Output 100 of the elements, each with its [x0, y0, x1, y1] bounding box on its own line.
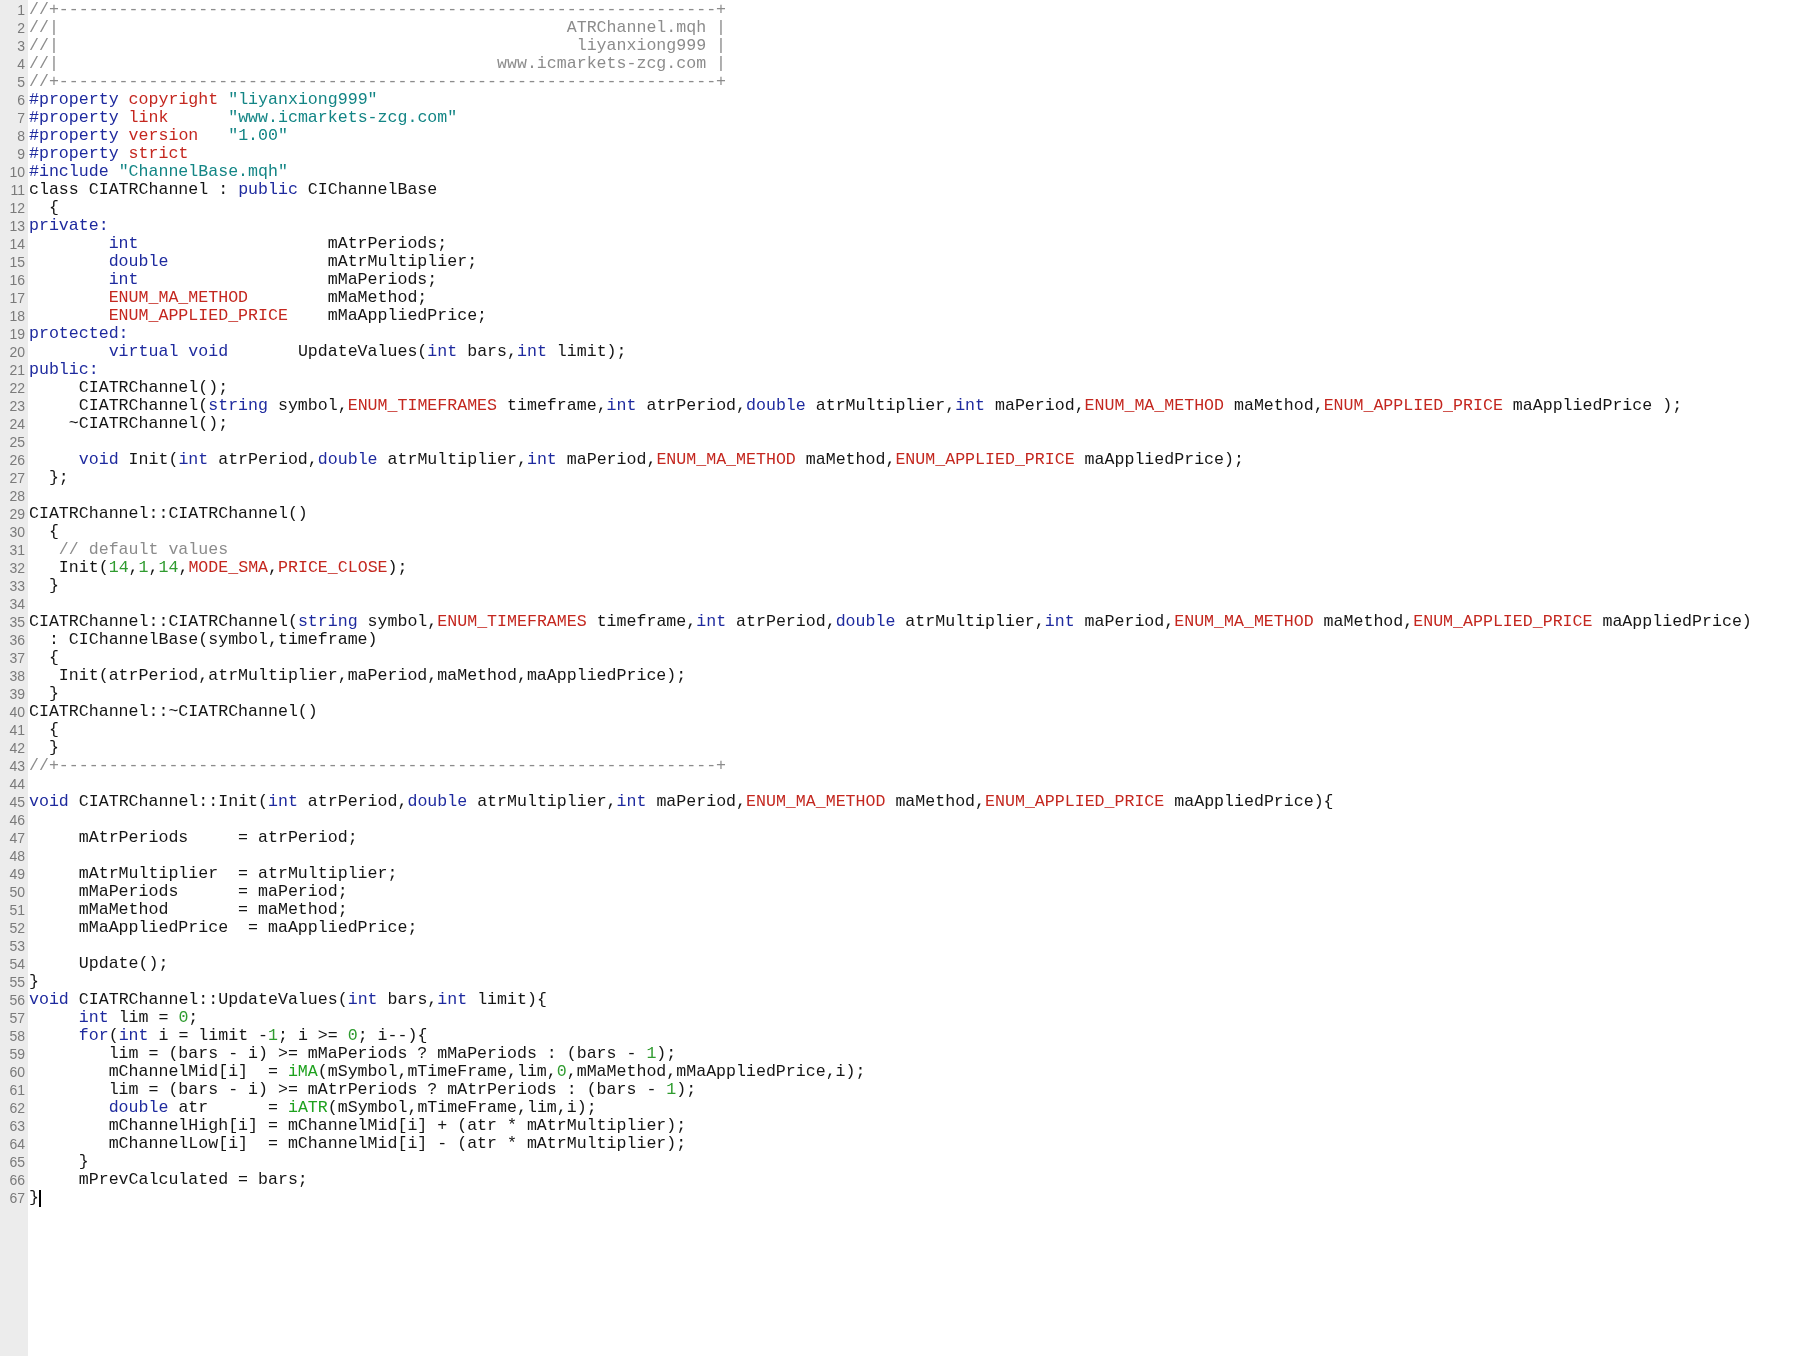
line-number: 48 — [8, 847, 26, 865]
line-number: 45 — [8, 793, 26, 811]
code-line: //+------------------------------------------------------------------+ — [29, 1, 727, 19]
line-number: 5 — [16, 73, 26, 91]
line-number: 13 — [8, 217, 26, 235]
line-number: 50 — [8, 883, 26, 901]
line-number: 62 — [8, 1099, 26, 1117]
code-line: Init(atrPeriod,atrMultiplier,maPeriod,maMethod,maAppliedPrice); — [57, 667, 687, 685]
line-number: 65 — [8, 1153, 26, 1171]
line-number: 32 — [8, 559, 26, 577]
code-line: #include "ChannelBase.mqh" — [29, 163, 288, 181]
line-number: 43 — [8, 757, 26, 775]
line-number: 67 — [8, 1189, 26, 1207]
line-number: 41 — [8, 721, 26, 739]
line-number: 16 — [8, 271, 26, 289]
line-number: 60 — [8, 1063, 26, 1081]
code-line: CIATRChannel::~CIATRChannel() — [29, 703, 318, 721]
code-line: } — [47, 739, 59, 757]
line-number: 53 — [8, 937, 26, 955]
code-line: Update(); — [77, 955, 169, 973]
line-number: 25 — [8, 433, 26, 451]
code-line: mMaMethod = maMethod; — [77, 901, 348, 919]
code-line: #property version "1.00" — [29, 127, 288, 145]
line-number: 38 — [8, 667, 26, 685]
code-line: for(int i = limit -1; i >= 0; i--){ — [77, 1027, 428, 1045]
line-number: 59 — [8, 1045, 26, 1063]
line-number: 3 — [16, 37, 26, 55]
code-line: #property link "www.icmarkets-zcg.com" — [29, 109, 458, 127]
code-line: } — [77, 1153, 89, 1171]
line-number: 55 — [8, 973, 26, 991]
line-number: 11 — [9, 181, 26, 199]
line-number: 34 — [8, 595, 26, 613]
line-number: 18 — [8, 307, 26, 325]
code-line: { — [47, 523, 59, 541]
code-line: CIATRChannel::CIATRChannel() — [29, 505, 308, 523]
line-number: 8 — [16, 127, 26, 145]
code-line: private: — [29, 217, 109, 235]
code-line: CIATRChannel(); — [77, 379, 229, 397]
line-number: 42 — [8, 739, 26, 757]
line-number: 7 — [16, 109, 26, 127]
code-line: lim = (bars - i) >= mMaPeriods ? mMaPeriods : (bars - 1); — [107, 1045, 677, 1063]
code-line: mMaAppliedPrice = maAppliedPrice; — [77, 919, 418, 937]
line-number: 14 — [8, 235, 26, 253]
code-line: ~CIATRChannel(); — [67, 415, 229, 433]
line-number: 22 — [8, 379, 26, 397]
code-line: } — [47, 577, 59, 595]
line-number: 44 — [8, 775, 26, 793]
code-line: mChannelHigh[i] = mChannelMid[i] + (atr * mAtrMultiplier); — [107, 1117, 687, 1135]
code-line: ENUM_MA_METHOD mMaMethod; — [107, 289, 428, 307]
line-number: 54 — [8, 955, 26, 973]
line-number: 26 — [8, 451, 26, 469]
code-line: mMaPeriods = maPeriod; — [77, 883, 348, 901]
line-number: 27 — [8, 469, 26, 487]
code-line: } — [47, 685, 59, 703]
code-line: mPrevCalculated = bars; — [77, 1171, 308, 1189]
line-number: 49 — [8, 865, 26, 883]
code-line: Init(14,1,14,MODE_SMA,PRICE_CLOSE); — [57, 559, 408, 577]
code-line: //| ATRChannel.mqh | — [29, 19, 727, 37]
code-line: //| liyanxiong999 | — [29, 37, 727, 55]
line-number: 35 — [8, 613, 26, 631]
line-number: 64 — [8, 1135, 26, 1153]
code-line: { — [47, 199, 59, 217]
code-line: CIATRChannel(string symbol,ENUM_TIMEFRAMES timeframe,int atrPeriod,double atrMultiplier,int maPeriod,ENUM_MA_METHOD maMethod,ENUM_APPLIED_PRICE maAppliedPrice ); — [77, 397, 1683, 415]
code-line: mChannelLow[i] = mChannelMid[i] - (atr * mAtrMultiplier); — [107, 1135, 687, 1153]
code-line: //+------------------------------------------------------------------+ — [29, 73, 727, 91]
line-number: 58 — [8, 1027, 26, 1045]
line-number: 28 — [8, 487, 26, 505]
line-number: 29 — [8, 505, 26, 523]
line-number: 9 — [16, 145, 26, 163]
line-number: 15 — [8, 253, 26, 271]
code-line: // default values — [57, 541, 229, 559]
line-number: 39 — [8, 685, 26, 703]
code-line: mChannelMid[i] = iMA(mSymbol,mTimeFrame,lim,0,mMaMethod,mMaAppliedPrice,i); — [107, 1063, 866, 1081]
line-number: 12 — [8, 199, 26, 217]
line-number: 19 — [8, 325, 26, 343]
code-line: int mMaPeriods; — [107, 271, 438, 289]
line-number: 40 — [8, 703, 26, 721]
code-line: } — [29, 973, 39, 991]
code-line: #property copyright "liyanxiong999" — [29, 91, 378, 109]
line-number: 51 — [8, 901, 26, 919]
code-line: class CIATRChannel : public CIChannelBase — [29, 181, 438, 199]
code-line: } — [29, 1189, 39, 1207]
line-number: 23 — [8, 397, 26, 415]
line-number: 56 — [8, 991, 26, 1009]
code-line: mAtrPeriods = atrPeriod; — [77, 829, 358, 847]
code-line: { — [47, 721, 59, 739]
code-line: void CIATRChannel::Init(int atrPeriod,double atrMultiplier,int maPeriod,ENUM_MA_METHOD maMethod,ENUM_APPLIED_PRICE maAppliedPrice){ — [29, 793, 1334, 811]
code-line: double mAtrMultiplier; — [107, 253, 478, 271]
line-number: 30 — [8, 523, 26, 541]
line-number: 2 — [16, 19, 26, 37]
line-number: 52 — [8, 919, 26, 937]
code-line: public: — [29, 361, 99, 379]
code-line: #property strict — [29, 145, 189, 163]
line-number: 47 — [8, 829, 26, 847]
code-line: ENUM_APPLIED_PRICE mMaAppliedPrice; — [107, 307, 488, 325]
code-line: { — [47, 649, 59, 667]
line-number: 17 — [8, 289, 26, 307]
code-line: protected: — [29, 325, 129, 343]
code-line: lim = (bars - i) >= mAtrPeriods ? mAtrPeriods : (bars - 1); — [107, 1081, 697, 1099]
line-number: 10 — [8, 163, 26, 181]
